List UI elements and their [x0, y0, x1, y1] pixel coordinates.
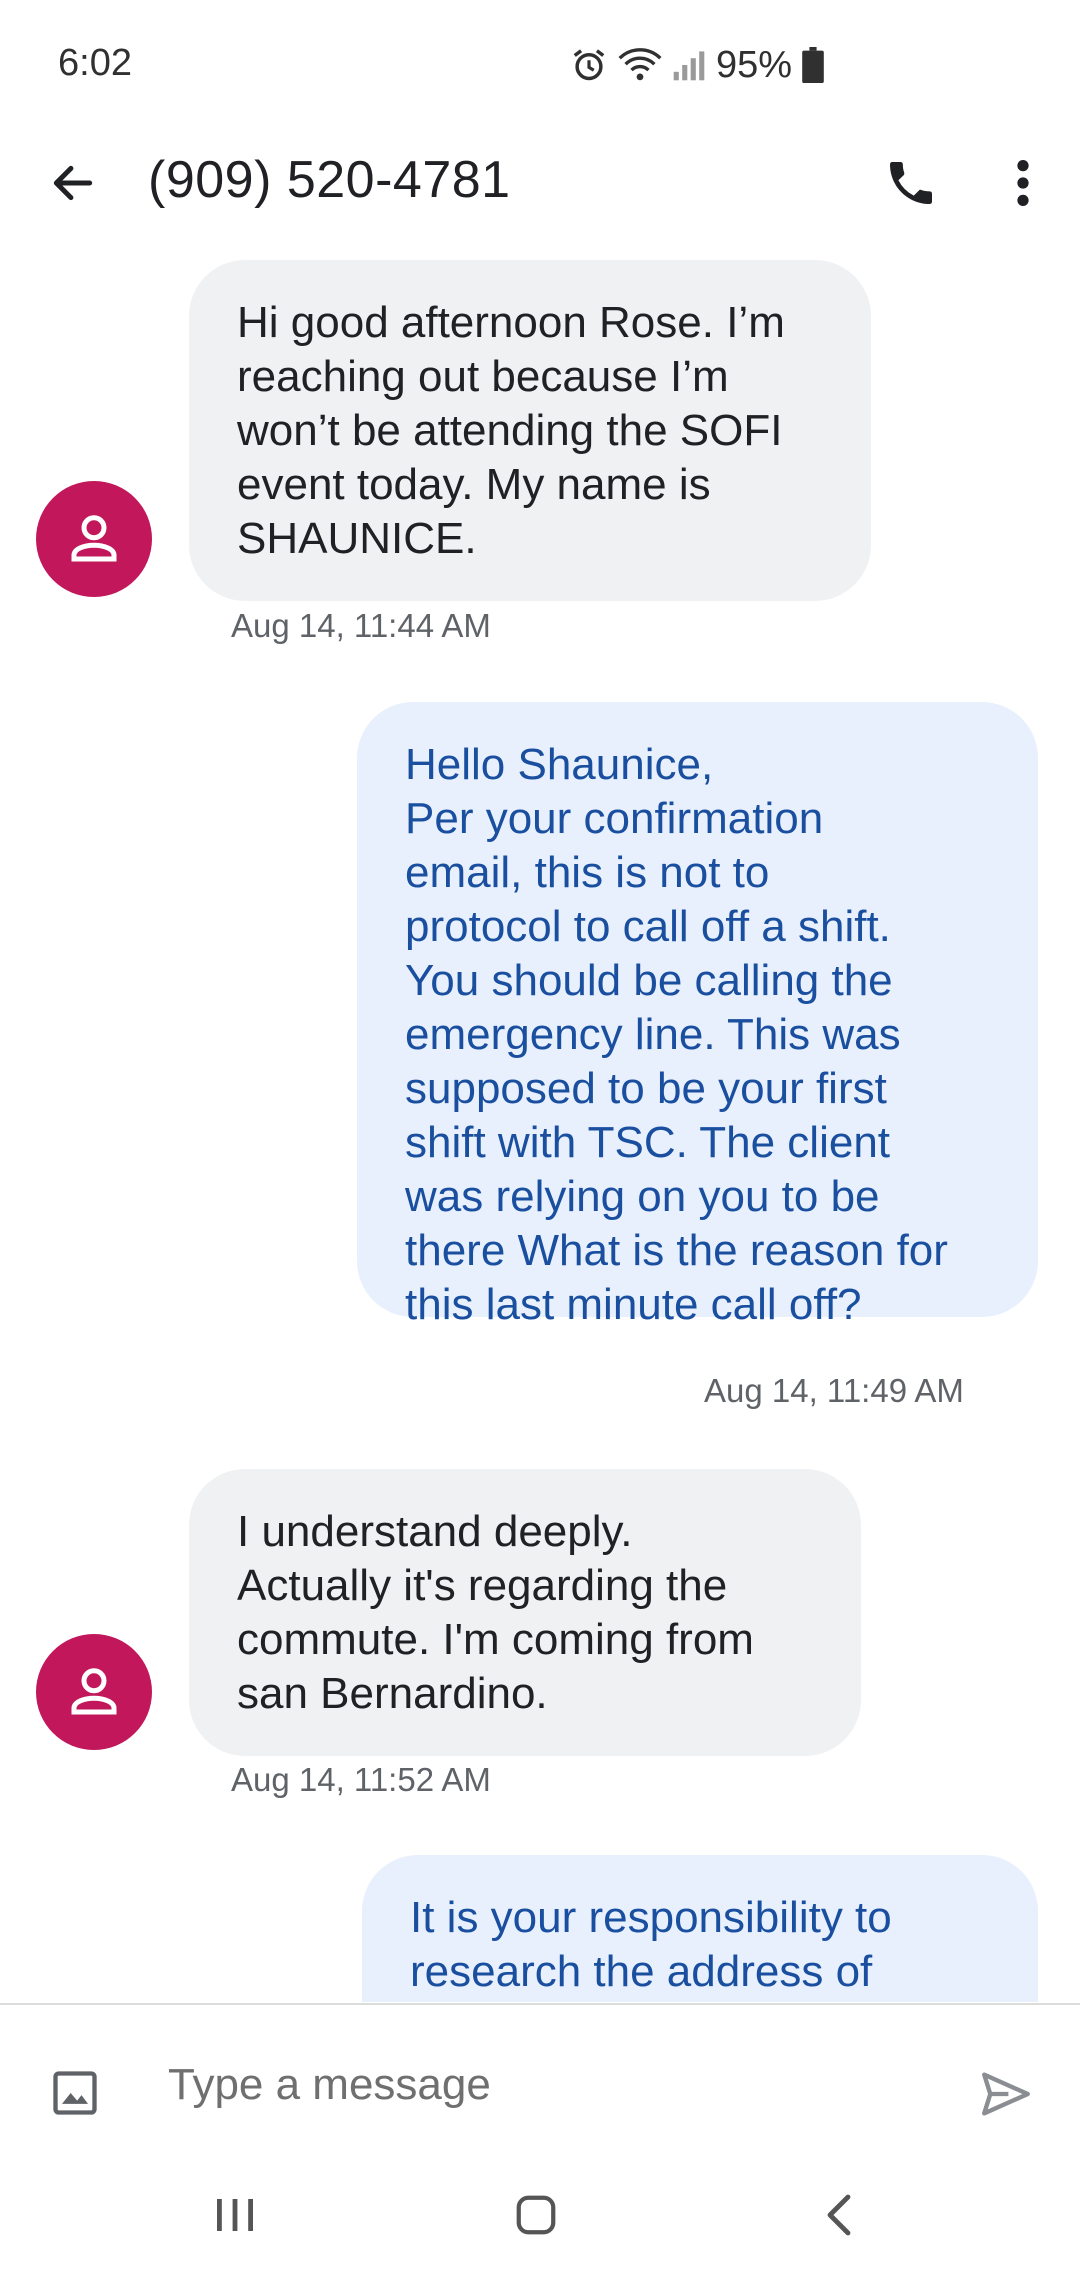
conversation-list[interactable]: Hi good afternoon Rose. I’m reaching out… — [0, 250, 1080, 2002]
conversation-title: (909) 520-4781 — [148, 151, 511, 209]
message-composer — [0, 2003, 1080, 2182]
contact-avatar[interactable] — [36, 1634, 152, 1750]
message-bubble-outgoing[interactable]: It is your responsibility to research th… — [362, 1855, 1038, 2002]
recents-icon[interactable] — [200, 2180, 270, 2250]
status-time: 6:02 — [58, 42, 132, 84]
signal-icon — [672, 48, 706, 82]
battery-icon — [802, 47, 824, 83]
wifi-icon — [618, 46, 662, 84]
message-bubble-incoming[interactable]: I understand deeply. Actually it's regar… — [189, 1469, 861, 1756]
image-attach-icon[interactable] — [40, 2058, 110, 2128]
alarm-icon — [570, 46, 608, 84]
send-icon[interactable] — [970, 2058, 1042, 2130]
system-nav-bar — [0, 2180, 1080, 2280]
back-icon[interactable] — [805, 2180, 875, 2250]
more-vert-icon[interactable] — [990, 150, 1056, 216]
message-input[interactable]: Type a message — [168, 2060, 491, 2110]
status-icons: 95% — [570, 40, 824, 90]
message-bubble-incoming[interactable]: Hi good afternoon Rose. I’m reaching out… — [189, 260, 871, 601]
phone-icon[interactable] — [876, 148, 946, 218]
back-arrow-icon[interactable] — [40, 150, 106, 216]
home-icon[interactable] — [500, 2180, 572, 2250]
message-bubble-outgoing[interactable]: Hello Shaunice, Per your confirmation em… — [357, 702, 1038, 1329]
contact-avatar[interactable] — [36, 481, 152, 597]
status-bar: 6:02 95% — [0, 0, 1080, 135]
message-timestamp: Aug 14, 11:52 AM — [231, 1761, 491, 1798]
message-timestamp: Aug 14, 11:49 AM — [704, 1372, 964, 1409]
message-timestamp: Aug 14, 11:44 AM — [231, 607, 491, 644]
battery-percent: 95% — [716, 43, 793, 86]
